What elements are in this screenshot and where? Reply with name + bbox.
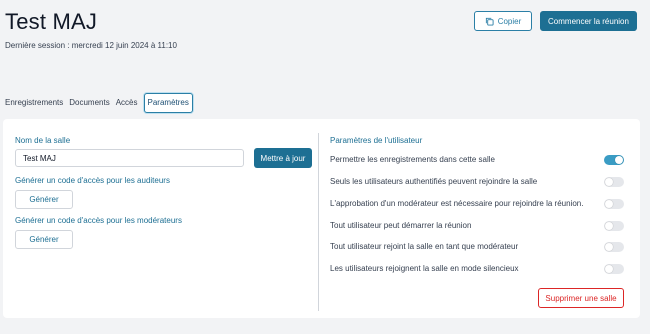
toggle-anyone-can-start[interactable] [604, 221, 624, 231]
setting-label-anyone-can-start: Tout utilisateur peut démarrer la réunio… [330, 221, 472, 230]
room-name-input[interactable]: Test MAJ [15, 149, 244, 167]
tab-recordings[interactable]: Enregistrements [5, 97, 63, 109]
moderator-code-label: Générer un code d'accès pour les modérat… [15, 216, 182, 225]
generate-moderator-code-button[interactable]: Générer [15, 230, 73, 249]
user-settings-heading: Paramètres de l'utilisateur [330, 136, 423, 145]
toggle-knob [605, 222, 613, 230]
toggle-recordings[interactable] [604, 155, 624, 165]
setting-label-recordings: Permettre les enregistrements dans cette… [330, 155, 495, 164]
tab-documents[interactable]: Documents [69, 97, 109, 109]
room-tabs: Enregistrements Documents Accès Paramètr… [5, 93, 199, 113]
update-button[interactable]: Mettre à jour [254, 148, 312, 168]
setting-label-muted-join: Les utilisateurs rejoignent la salle en … [330, 264, 519, 273]
room-name-label: Nom de la salle [15, 136, 71, 145]
copy-icon [485, 17, 494, 26]
tab-settings[interactable]: Paramètres [143, 93, 193, 113]
toggle-knob [615, 156, 623, 164]
toggle-knob [605, 243, 613, 251]
delete-room-button[interactable]: Supprimer une salle [538, 288, 624, 308]
copy-button-label: Copier [497, 16, 522, 26]
toggle-join-as-moderator[interactable] [604, 242, 624, 252]
generate-viewer-code-button[interactable]: Générer [15, 190, 73, 209]
column-divider [318, 133, 319, 311]
toggle-muted-join[interactable] [604, 264, 624, 274]
toggle-knob [605, 200, 613, 208]
page-title: Test MAJ [5, 9, 98, 34]
setting-label-moderator-approval: L'approbation d'un modérateur est nécess… [330, 199, 584, 208]
toggle-knob [605, 265, 613, 273]
toggle-moderator-approval[interactable] [604, 199, 624, 209]
tab-access[interactable]: Accès [116, 97, 138, 109]
last-session-text: Dernière session : mercredi 12 juin 2024… [5, 41, 177, 50]
toggle-knob [605, 178, 613, 186]
viewer-code-label: Générer un code d'accès pour les auditeu… [15, 176, 170, 185]
copy-button[interactable]: Copier [474, 11, 532, 31]
start-meeting-button[interactable]: Commencer la réunion [540, 11, 637, 31]
setting-label-join-as-moderator: Tout utilisateur rejoint la salle en tan… [330, 242, 519, 251]
setting-label-authenticated-only: Seuls les utilisateurs authentifiés peuv… [330, 177, 538, 186]
toggle-authenticated-only[interactable] [604, 177, 624, 187]
